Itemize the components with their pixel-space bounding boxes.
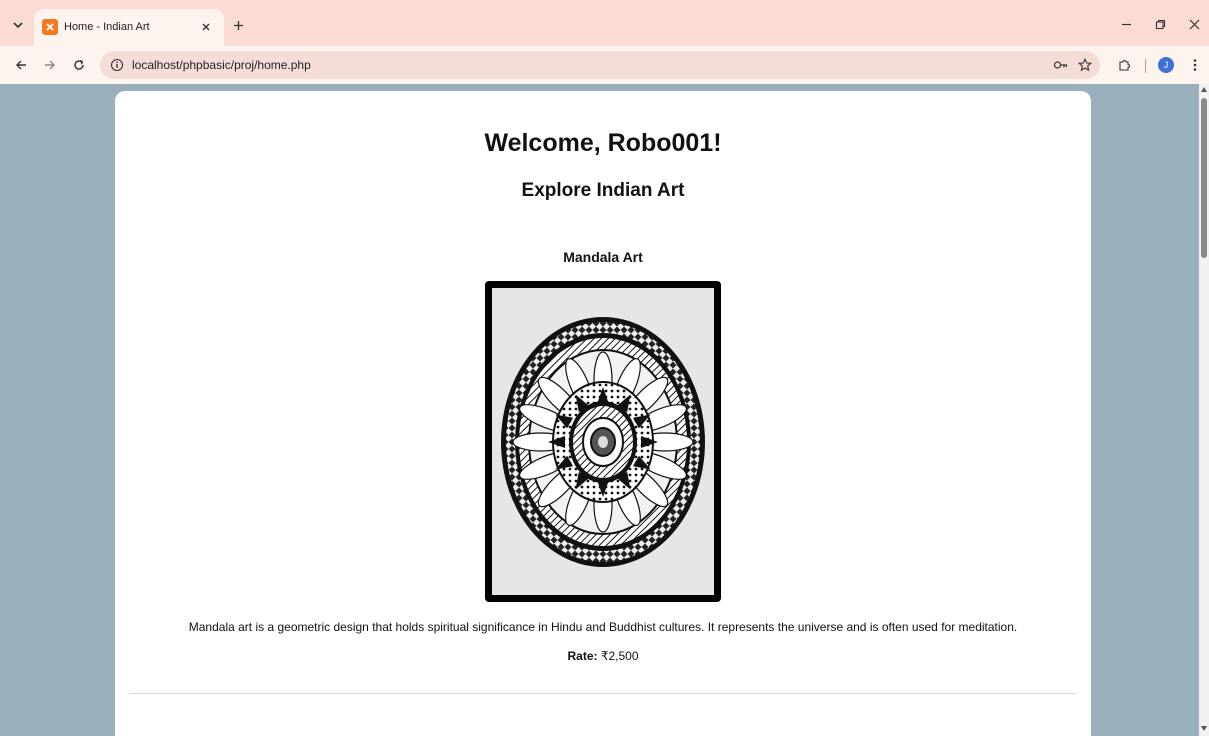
bookmark-button[interactable] bbox=[1076, 56, 1094, 74]
artwork-paper bbox=[492, 288, 714, 595]
tab-strip: Home - Indian Art bbox=[0, 0, 1209, 46]
artwork-description: Mandala art is a geometric design that h… bbox=[188, 620, 1018, 634]
key-icon bbox=[1053, 61, 1068, 69]
rate-value: ₹2,500 bbox=[600, 649, 639, 663]
tab-title: Home - Indian Art bbox=[64, 21, 150, 33]
xampp-favicon bbox=[42, 19, 58, 35]
tab-close-button[interactable] bbox=[198, 19, 214, 35]
welcome-heading: Welcome, Robo001! bbox=[484, 129, 722, 157]
restore-button[interactable] bbox=[1151, 15, 1169, 33]
minimize-button[interactable] bbox=[1117, 15, 1135, 33]
new-tab-button[interactable] bbox=[230, 17, 246, 33]
close-icon bbox=[202, 23, 210, 31]
arrow-right-icon bbox=[45, 60, 55, 70]
browser-toolbar: localhost/phpbasic/proj/home.php J bbox=[0, 46, 1209, 84]
close-icon bbox=[1189, 19, 1199, 29]
address-bar[interactable]: localhost/phpbasic/proj/home.php bbox=[100, 51, 1100, 79]
puzzle-icon bbox=[1119, 60, 1130, 71]
back-button[interactable] bbox=[12, 56, 30, 74]
page-subtitle: Explore Indian Art bbox=[521, 180, 685, 201]
artwork-title: Mandala Art bbox=[563, 249, 643, 265]
info-icon[interactable] bbox=[110, 58, 124, 72]
browser-menu-button[interactable] bbox=[1186, 56, 1204, 74]
section-divider bbox=[130, 693, 1076, 694]
forward-button[interactable] bbox=[41, 56, 59, 74]
plus-icon bbox=[233, 20, 243, 30]
close-window-button[interactable] bbox=[1185, 15, 1203, 33]
kebab-menu-icon bbox=[1193, 59, 1197, 71]
scroll-up-arrow[interactable] bbox=[1201, 87, 1207, 92]
password-manager-button[interactable] bbox=[1052, 56, 1070, 74]
arrow-left-icon bbox=[16, 60, 26, 70]
scroll-down-arrow[interactable] bbox=[1201, 726, 1207, 731]
scrollbar-thumb[interactable] bbox=[1201, 98, 1207, 258]
minimize-icon bbox=[1121, 23, 1131, 25]
star-icon bbox=[1078, 58, 1092, 72]
artwork-rate: Rate: ₹2,500 bbox=[115, 649, 1091, 663]
profile-avatar[interactable]: J bbox=[1158, 57, 1174, 73]
content-card: Welcome, Robo001! Explore Indian Art Man… bbox=[115, 91, 1091, 736]
chevron-down-icon bbox=[13, 22, 23, 29]
rate-label: Rate: bbox=[567, 649, 598, 663]
restore-icon bbox=[1155, 19, 1165, 29]
page-viewport: Welcome, Robo001! Explore Indian Art Man… bbox=[0, 84, 1209, 736]
url-text[interactable]: localhost/phpbasic/proj/home.php bbox=[132, 58, 311, 72]
toolbar-separator bbox=[1145, 59, 1146, 73]
tab-home-indian-art[interactable]: Home - Indian Art bbox=[34, 9, 224, 46]
extensions-button[interactable] bbox=[1116, 56, 1134, 74]
tab-list-button[interactable] bbox=[10, 17, 26, 33]
reload-button[interactable] bbox=[70, 56, 88, 74]
reload-icon bbox=[74, 59, 84, 70]
artwork-image[interactable] bbox=[485, 281, 721, 602]
mandala-illustration bbox=[501, 316, 705, 567]
